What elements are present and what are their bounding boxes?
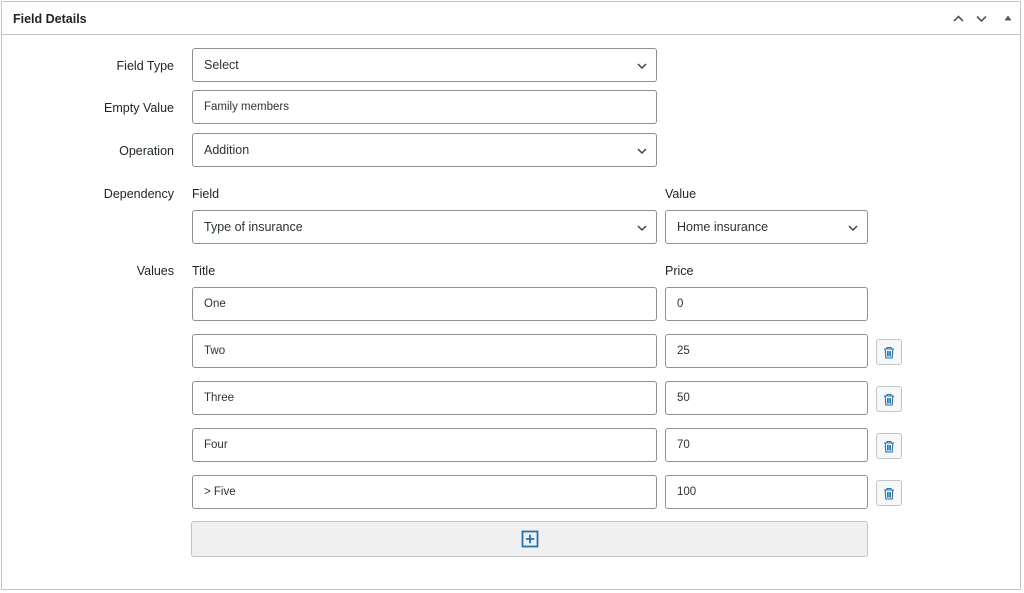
chevron-down-icon <box>848 225 858 232</box>
values-price-header: Price <box>665 264 694 278</box>
plus-square-icon <box>521 530 538 548</box>
add-value-button[interactable] <box>191 521 868 557</box>
value-price-input[interactable]: 50 <box>665 381 868 415</box>
operation-value: Addition <box>204 143 250 157</box>
trash-icon <box>884 346 894 359</box>
value-title-text: > Five <box>204 486 236 498</box>
dependency-label: Dependency <box>103 187 174 201</box>
value-price-text: 70 <box>677 439 690 451</box>
values-title-header: Title <box>192 264 216 278</box>
value-price-text: 100 <box>677 486 697 498</box>
chevron-up-icon[interactable] <box>950 10 966 26</box>
panel-header: Field Details <box>2 2 1020 35</box>
dependency-field-header: Field <box>192 187 220 201</box>
trash-icon <box>884 440 894 453</box>
dependency-field-select[interactable]: Type of insurance <box>192 210 657 244</box>
value-title-text: Two <box>204 345 226 357</box>
values-label: Values <box>136 264 174 278</box>
value-title-text: One <box>204 298 226 310</box>
value-title-input[interactable]: > Five <box>192 475 657 509</box>
value-price-input[interactable]: 100 <box>665 475 868 509</box>
value-title-text: Four <box>204 439 228 451</box>
value-price-input[interactable]: 25 <box>665 334 868 368</box>
value-price-text: 50 <box>677 392 690 404</box>
trash-icon <box>884 487 894 500</box>
value-price-text: 0 <box>677 298 684 310</box>
value-price-input[interactable]: 70 <box>665 428 868 462</box>
value-price-input[interactable]: 0 <box>665 287 868 321</box>
dependency-value-header: Value <box>665 187 697 201</box>
value-price-text: 25 <box>677 345 690 357</box>
value-title-input[interactable]: One <box>192 287 657 321</box>
dependency-field-value: Type of insurance <box>204 220 303 234</box>
value-title-input[interactable]: Three <box>192 381 657 415</box>
delete-row-button[interactable] <box>876 433 902 459</box>
field-type-value: Select <box>204 58 239 72</box>
delete-row-button[interactable] <box>876 480 902 506</box>
value-title-text: Three <box>204 392 235 404</box>
chevron-down-icon <box>637 148 647 155</box>
triangle-up-icon[interactable] <box>1000 10 1016 26</box>
empty-value-input[interactable]: Family members <box>192 90 657 124</box>
chevron-down-icon <box>637 225 647 232</box>
dependency-value-value: Home insurance <box>677 220 769 234</box>
value-title-input[interactable]: Two <box>192 334 657 368</box>
chevron-down-icon <box>637 63 647 70</box>
field-type-select[interactable]: Select <box>192 48 657 82</box>
operation-select[interactable]: Addition <box>192 133 657 167</box>
field-type-label: Field Type <box>116 59 174 73</box>
dependency-value-select[interactable]: Home insurance <box>665 210 868 244</box>
trash-icon <box>884 393 894 406</box>
value-title-input[interactable]: Four <box>192 428 657 462</box>
empty-value-text: Family members <box>204 101 289 113</box>
delete-row-button[interactable] <box>876 386 902 412</box>
panel-title: Field Details <box>13 12 87 26</box>
empty-value-label: Empty Value <box>104 101 174 115</box>
delete-row-button[interactable] <box>876 339 902 365</box>
operation-label: Operation <box>119 144 174 158</box>
chevron-down-icon[interactable] <box>973 10 989 26</box>
